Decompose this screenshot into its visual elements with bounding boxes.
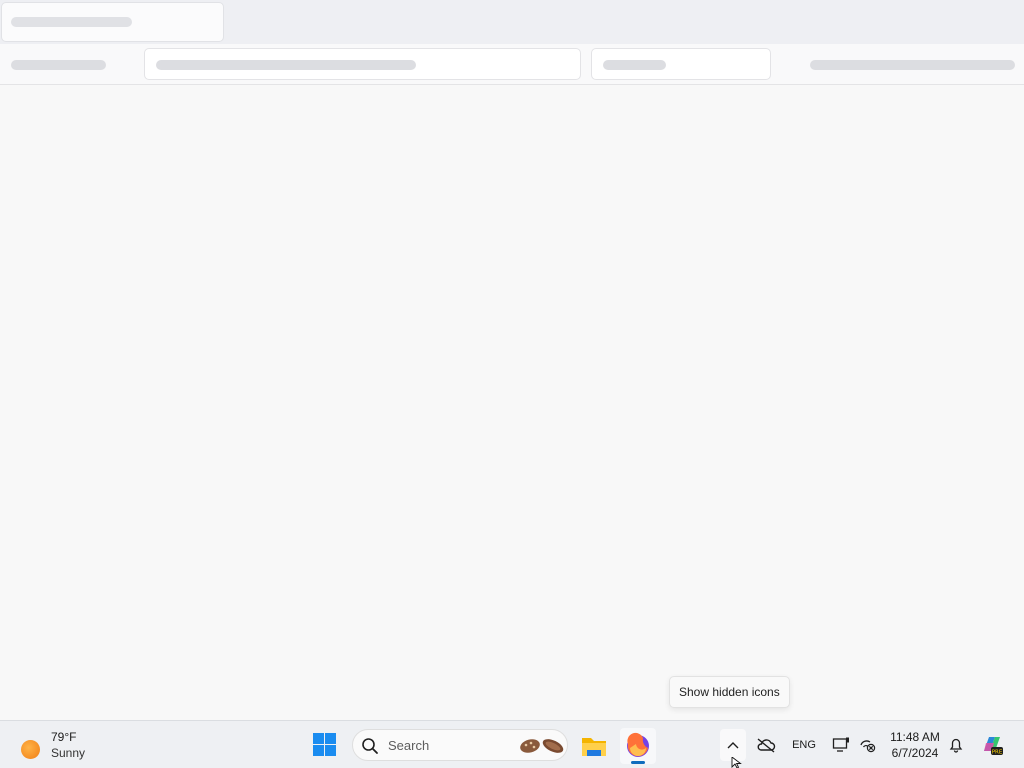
toolbar-actions-placeholder [810, 60, 1015, 70]
browser-tab[interactable] [1, 2, 224, 42]
clock-date: 6/7/2024 [891, 746, 939, 760]
toolbar-search-box[interactable] [591, 48, 771, 80]
address-text-placeholder [156, 60, 416, 70]
clock-time: 11:48 AM [890, 730, 940, 744]
clock-button[interactable]: 11:48 AM 6/7/2024 [884, 729, 946, 761]
copilot-button[interactable]: PRE [978, 729, 1006, 761]
weather-temperature: 79°F [51, 730, 77, 744]
display-button[interactable] [829, 729, 853, 761]
search-icon [362, 738, 378, 754]
tab-title-placeholder [11, 17, 132, 27]
folder-icon [582, 738, 606, 756]
network-disconnected-icon [860, 740, 876, 753]
cloud-offline-icon [757, 738, 776, 753]
notifications-button[interactable] [944, 729, 968, 761]
firefox-icon [627, 732, 649, 757]
weather-condition: Sunny [51, 746, 86, 760]
copilot-icon: PRE [984, 737, 1003, 756]
firefox-running-indicator [631, 761, 645, 764]
mouse-cursor-icon [731, 757, 742, 768]
input-language-button[interactable]: ENG [787, 729, 821, 761]
address-bar[interactable] [144, 48, 581, 80]
search-text-placeholder [603, 60, 666, 70]
monitor-icon [832, 737, 849, 752]
weather-widget[interactable]: 79°F Sunny [14, 727, 104, 763]
firefox-button[interactable] [620, 728, 656, 764]
network-status-button[interactable] [855, 729, 879, 761]
onedrive-button[interactable] [752, 729, 780, 761]
browser-toolbar [0, 44, 1024, 85]
nav-buttons-placeholder [11, 60, 106, 70]
desktop-screen: Show hidden icons 79°F Sunny Search ENG … [0, 0, 1024, 768]
file-explorer-button[interactable] [576, 728, 612, 764]
browser-tab-bar [0, 0, 1024, 44]
page-content-area [0, 85, 1024, 720]
start-button[interactable] [311, 731, 339, 759]
search-highlight-icon [520, 739, 564, 753]
taskbar-search[interactable]: Search [352, 729, 568, 761]
search-label: Search [388, 738, 430, 753]
chevron-up-icon [727, 742, 739, 749]
svg-text:PRE: PRE [992, 750, 1003, 756]
bell-icon [949, 738, 963, 753]
sun-icon [21, 740, 40, 759]
taskbar: 79°F Sunny Search ENG 11:48 AM 6/7/2024 … [0, 720, 1024, 768]
show-hidden-icons-tooltip: Show hidden icons [669, 676, 790, 708]
